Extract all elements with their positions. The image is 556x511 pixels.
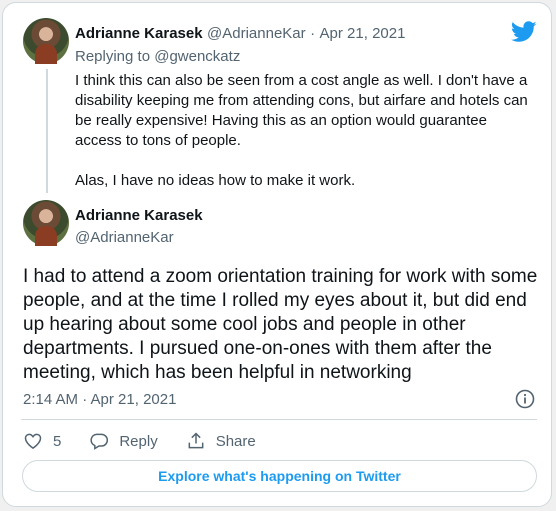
twitter-logo-icon[interactable]: [511, 21, 537, 43]
like-button[interactable]: 5: [23, 431, 61, 451]
share-label: Share: [215, 432, 256, 450]
share-button[interactable]: Share: [186, 431, 256, 451]
reply-author-avatar[interactable]: [23, 18, 69, 64]
tweet-embed-card: Adrianne Karasek @AdrianneKar · Apr 21, …: [2, 2, 552, 507]
reply-author-name[interactable]: Adrianne Karasek: [75, 25, 203, 42]
share-icon: [188, 432, 204, 449]
main-tweet-text: I had to attend a zoom orientation train…: [23, 266, 538, 383]
main-tweet-timestamp[interactable]: 2:14 AM · Apr 21, 2021: [23, 391, 176, 408]
reply-tweet-text: I think this can also be seen from a cos…: [75, 71, 535, 211]
explore-twitter-button[interactable]: Explore what's happening on Twitter: [22, 460, 537, 492]
reply-label: Reply: [119, 432, 158, 450]
like-count: 5: [53, 432, 62, 450]
action-bar: 5 Reply Share: [23, 431, 284, 451]
replying-to-line: Replying to @gwenckatz: [75, 48, 240, 65]
thread-connector-line: [46, 69, 48, 193]
info-icon[interactable]: [515, 389, 535, 409]
main-author-name[interactable]: Adrianne Karasek: [75, 207, 203, 224]
divider: [21, 419, 537, 420]
reply-separator: ·: [310, 25, 316, 42]
reply-paragraph-2: Alas, I have no ideas how to make it wor…: [75, 172, 356, 189]
reply-paragraph-1: I think this can also be seen from a cos…: [75, 72, 528, 149]
main-author-handle[interactable]: @AdrianneKar: [75, 229, 174, 246]
replying-to-mention[interactable]: @gwenckatz: [154, 48, 240, 65]
reply-icon: [90, 433, 109, 450]
replying-prefix: Replying to: [75, 48, 151, 65]
reply-author-line: Adrianne Karasek @AdrianneKar · Apr 21, …: [75, 25, 405, 43]
reply-date[interactable]: Apr 21, 2021: [320, 25, 406, 42]
main-author-avatar[interactable]: [23, 200, 69, 246]
reply-button[interactable]: Reply: [89, 431, 158, 451]
reply-author-handle[interactable]: @AdrianneKar: [207, 25, 306, 42]
heart-icon: [24, 433, 42, 449]
